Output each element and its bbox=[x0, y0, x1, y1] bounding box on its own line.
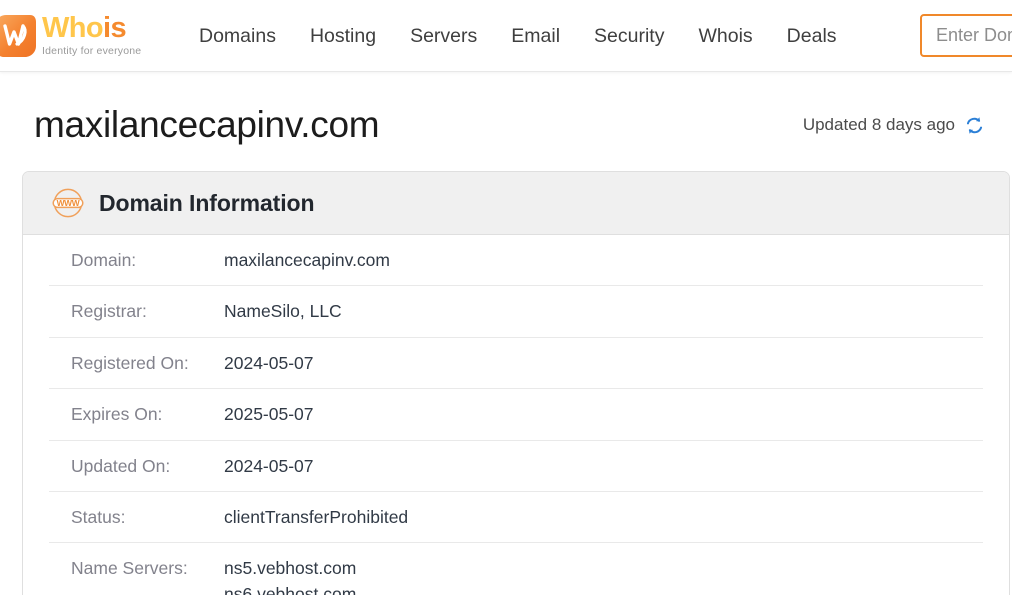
nav-item-domains[interactable]: Domains bbox=[182, 0, 293, 71]
row-label-name-servers: Name Servers: bbox=[71, 558, 188, 579]
page-title: maxilancecapinv.com bbox=[34, 103, 380, 145]
card-header: WWW Domain Information bbox=[23, 172, 1009, 235]
nav-item-whois[interactable]: Whois bbox=[681, 0, 769, 71]
row-label-registrar: Registrar: bbox=[71, 301, 147, 322]
card-title: Domain Information bbox=[99, 189, 315, 216]
svg-text:WWW: WWW bbox=[57, 198, 80, 208]
row-value-status: clientTransferProhibited bbox=[224, 506, 409, 527]
row-value-domain: maxilancecapinv.com bbox=[224, 250, 390, 270]
nav-item-servers[interactable]: Servers bbox=[393, 0, 494, 71]
row-value-registrar: NameSilo, LLC bbox=[224, 301, 342, 322]
row-label-updated-on: Updated On: bbox=[71, 455, 171, 476]
brand-tagline: Identity for everyone bbox=[42, 45, 142, 58]
table-row: Name Servers: ns5.vebhost.com ns6.vebhos… bbox=[49, 543, 983, 595]
row-value-expires-on: 2025-05-07 bbox=[224, 404, 314, 425]
domain-search-input[interactable] bbox=[920, 14, 1012, 57]
table-row: Domain: maxilancecapinv.com bbox=[49, 235, 983, 287]
updated-status: Updated 8 days ago bbox=[803, 115, 985, 136]
row-label-status: Status: bbox=[71, 506, 126, 527]
updated-text: Updated 8 days ago bbox=[802, 115, 955, 134]
nav-item-email[interactable]: Email bbox=[494, 0, 577, 71]
main-navigation: Domains Hosting Servers Email Security W… bbox=[182, 0, 854, 71]
table-row: Updated On: 2024-05-07 bbox=[49, 441, 983, 492]
domain-information-card: WWW Domain Information Domain: maxilance… bbox=[22, 171, 1010, 595]
www-globe-icon: WWW bbox=[51, 186, 85, 220]
row-label-registered-on: Registered On: bbox=[71, 352, 189, 373]
table-row: Expires On: 2025-05-07 bbox=[49, 389, 983, 441]
table-row: Registrar: NameSilo, LLC bbox=[49, 286, 983, 338]
table-row: Registered On: 2024-05-07 bbox=[49, 338, 983, 390]
refresh-icon[interactable] bbox=[964, 115, 985, 136]
site-header: Whois Identity for everyone Domains Host… bbox=[0, 0, 1012, 72]
row-value-registered-on: 2024-05-07 bbox=[224, 352, 314, 373]
nav-item-deals[interactable]: Deals bbox=[770, 0, 854, 71]
row-label-expires-on: Expires On: bbox=[71, 404, 163, 425]
row-label-domain: Domain: bbox=[71, 250, 137, 270]
nav-item-hosting[interactable]: Hosting bbox=[293, 0, 393, 71]
row-value-name-servers: ns5.vebhost.com ns6.vebhost.com bbox=[224, 558, 357, 595]
nav-item-security[interactable]: Security bbox=[577, 0, 681, 71]
brand-logo-link[interactable]: Whois Identity for everyone bbox=[0, 0, 170, 71]
card-body: Domain: maxilancecapinv.com Registrar: N… bbox=[23, 235, 1009, 595]
header-search bbox=[920, 14, 1012, 57]
row-value-updated-on: 2024-05-07 bbox=[224, 455, 314, 476]
page-title-row: maxilancecapinv.com Updated 8 days ago bbox=[0, 92, 1012, 158]
brand-name: Whois bbox=[42, 12, 127, 45]
whois-swoosh-logo-icon bbox=[0, 13, 38, 59]
table-row: Status: clientTransferProhibited bbox=[49, 492, 983, 544]
